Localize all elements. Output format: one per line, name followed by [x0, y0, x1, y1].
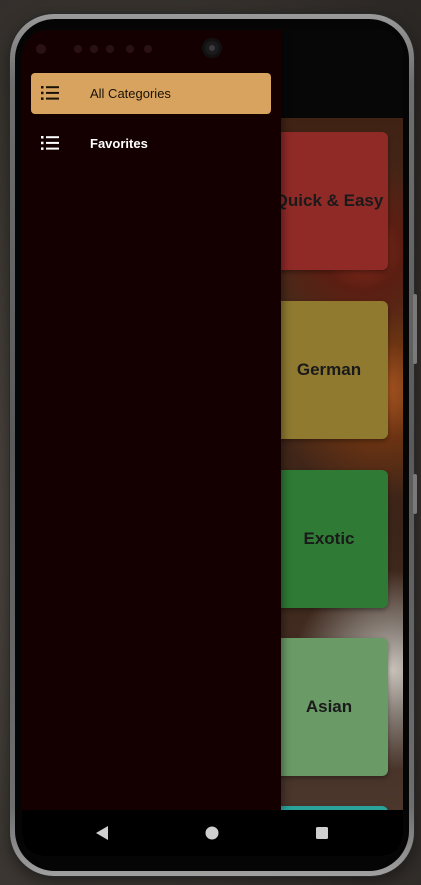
- recents-square-icon: [316, 827, 328, 839]
- drawer-item-label: Favorites: [90, 136, 148, 151]
- volume-button: [413, 294, 417, 364]
- system-navigation-bar: [22, 810, 403, 856]
- device-screen: Quick & Easy German Exotic Asian All Cat…: [22, 30, 403, 856]
- back-button[interactable]: [92, 823, 112, 843]
- status-icon: [144, 45, 152, 53]
- front-camera: [202, 38, 222, 58]
- drawer-item-all-categories[interactable]: All Categories: [31, 73, 271, 114]
- drawer-item-favorites[interactable]: Favorites: [31, 123, 271, 164]
- power-button: [413, 474, 417, 514]
- list-icon: [41, 136, 59, 150]
- status-icon: [36, 44, 46, 54]
- status-icon: [126, 45, 134, 53]
- navigation-drawer: All Categories Favorites: [22, 30, 281, 810]
- status-bar: [22, 30, 281, 68]
- recents-button[interactable]: [312, 823, 332, 843]
- status-icon: [106, 45, 114, 53]
- list-icon: [41, 86, 59, 100]
- status-icon: [90, 45, 98, 53]
- drawer-item-label: All Categories: [90, 86, 171, 101]
- back-triangle-icon: [96, 826, 108, 840]
- status-icon: [74, 45, 82, 53]
- home-button[interactable]: [202, 823, 222, 843]
- home-circle-icon: [205, 826, 219, 840]
